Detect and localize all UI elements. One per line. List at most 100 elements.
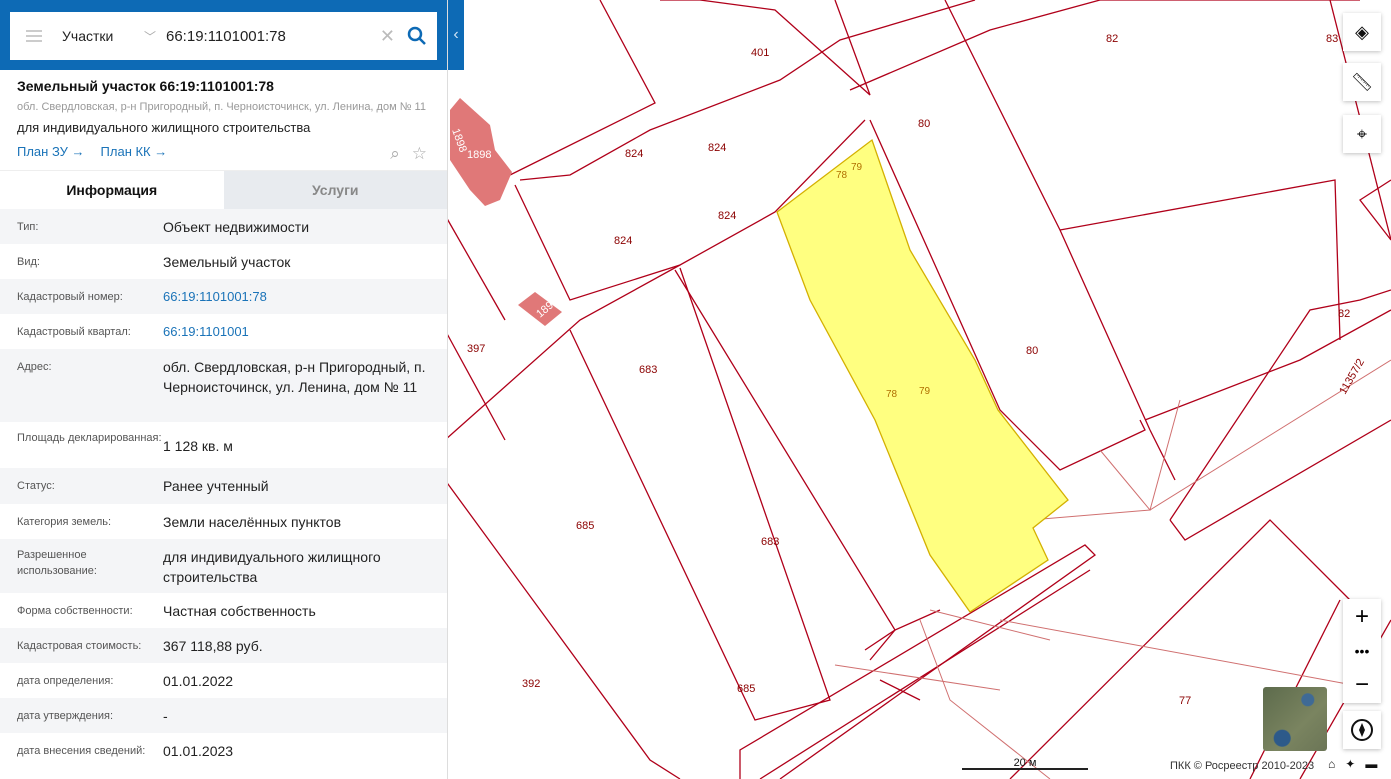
row-label: Кадастровый квартал: — [17, 326, 131, 338]
row-value: Ранее учтенный — [163, 478, 269, 494]
map-label: 401 — [751, 47, 769, 59]
search-type-select[interactable]: Участки — [62, 28, 144, 44]
map-label: 397 — [467, 343, 485, 355]
table-row: Категория земель: Земли населённых пункто… — [0, 504, 447, 539]
row-label: Площадь декларированная: — [17, 432, 162, 444]
row-label: Форма собственности: — [17, 605, 133, 617]
table-row: дата утверждения: - — [0, 698, 447, 733]
scale-bar: 20 м — [962, 757, 1088, 770]
map-label: 82 — [1106, 33, 1118, 45]
table-row: Статус: Ранее учтенный — [0, 468, 447, 504]
ruler-button[interactable]: 📏︎ — [1343, 63, 1381, 101]
map-label: 80 — [1026, 345, 1038, 357]
zoom-to-object-icon[interactable]: ⌕ — [390, 144, 400, 164]
tab-info[interactable]: Информация — [0, 171, 224, 209]
row-value: Частная собственность — [163, 603, 316, 619]
map-label: 683 — [761, 536, 779, 548]
table-row: Разрешенное использование: для индивидуал… — [0, 539, 447, 593]
row-value: 01.01.2022 — [163, 673, 234, 689]
map-label: 11357/2 — [1337, 357, 1367, 397]
object-title: Земельный участок 66:19:1101001:78 — [17, 78, 274, 94]
row-value: 367 118,88 руб. — [163, 638, 263, 654]
row-value: 01.01.2023 — [163, 743, 234, 759]
satellite-basemap-toggle[interactable] — [1263, 687, 1327, 751]
tab-services[interactable]: Услуги — [223, 171, 447, 209]
info-table: Тип: Объект недвижимости Вид: Земельный уч… — [0, 209, 447, 779]
table-row: Площадь декларированная: 1 128 кв. м — [0, 422, 447, 468]
table-row: Форма собственности: Частная собственност… — [0, 593, 447, 628]
collapse-panel-button[interactable]: ‹ — [448, 0, 464, 70]
compass-button[interactable] — [1343, 711, 1381, 749]
row-label: Кадастровый номер: — [17, 291, 123, 303]
crosshair-icon: ⌖ — [1356, 123, 1368, 144]
cadastral-quarter-link[interactable]: 66:19:1101001 — [163, 322, 430, 342]
chevron-down-icon[interactable]: ﹀ — [144, 28, 166, 45]
crosshair-icon[interactable]: ✦ — [1345, 757, 1355, 771]
map-label: 79 — [851, 162, 863, 173]
zoom-in-button[interactable]: + — [1355, 603, 1369, 631]
map-label: 824 — [708, 142, 726, 154]
search-input[interactable]: 66:19:1101001:78 — [166, 28, 380, 45]
map-label: 683 — [639, 364, 657, 376]
clear-icon[interactable]: ✕ — [380, 26, 395, 47]
ruler-icon: 📏︎ — [1350, 71, 1374, 92]
menu-icon[interactable] — [26, 30, 42, 42]
row-label: Разрешенное использование: — [17, 549, 97, 577]
map-label: 80 — [918, 118, 930, 130]
row-value: Земельный участок — [163, 254, 291, 270]
map-label: 824 — [718, 210, 736, 222]
compass-icon — [1351, 719, 1373, 741]
table-row: Кадастровая стоимость: 367 118,88 руб. — [0, 628, 447, 663]
locate-button[interactable]: ⌖ — [1343, 115, 1381, 153]
home-icon[interactable]: ⌂ — [1328, 757, 1335, 771]
map-label: 77 — [1179, 695, 1191, 707]
row-value: Земли населённых пунктов — [163, 514, 342, 530]
map-label: 824 — [625, 148, 643, 160]
row-label: Статус: — [17, 480, 55, 492]
info-panel: Участки ﹀ 66:19:1101001:78 ✕ Земельный у… — [0, 0, 448, 779]
plan-kk-link[interactable]: План КК → — [101, 144, 168, 159]
row-label: Адрес: — [17, 361, 52, 373]
row-value: для индивидуального жилищного строительс… — [163, 549, 381, 585]
search-bar: Участки ﹀ 66:19:1101001:78 ✕ — [0, 0, 447, 70]
row-label: дата внесения сведений: — [17, 745, 146, 757]
layers-button[interactable]: ◈ — [1343, 13, 1381, 51]
row-value: обл. Свердловская, р-н Пригородный, п. Ч… — [163, 359, 426, 395]
table-row: Кадастровый номер: 66:19:1101001:78 — [0, 279, 447, 314]
object-address: обл. Свердловская, р-н Пригородный, п. Ч… — [17, 101, 426, 113]
search-icon[interactable] — [407, 26, 427, 46]
zoom-out-button[interactable]: − — [1355, 671, 1369, 699]
map-label: 824 — [614, 235, 632, 247]
row-label: дата определения: — [17, 675, 114, 687]
row-label: дата утверждения: — [17, 710, 114, 722]
row-value: Объект недвижимости — [163, 219, 310, 235]
copyright: ПКК © Росреестр 2010-2023 — [1170, 760, 1315, 772]
row-label: Вид: — [17, 256, 40, 268]
fullscreen-icon[interactable]: ▬ — [1365, 757, 1377, 771]
row-label: Категория земель: — [17, 516, 112, 528]
row-value: 1 128 кв. м — [163, 438, 233, 454]
table-row: Кадастровый квартал: 66:19:1101001 — [0, 314, 447, 349]
map-label: 83 — [1326, 33, 1338, 45]
map-label: 392 — [522, 678, 540, 690]
zoom-controls: + ••• − — [1343, 599, 1381, 703]
object-use: для индивидуального жилищного строительс… — [17, 120, 311, 135]
star-icon[interactable]: ☆ — [412, 144, 427, 164]
more-icon[interactable]: ••• — [1355, 643, 1370, 659]
map-label: 78 — [886, 389, 898, 400]
map-label: 685 — [576, 520, 594, 532]
row-label: Тип: — [17, 221, 39, 233]
row-value: - — [163, 708, 168, 724]
map-label: 685 — [737, 683, 755, 695]
plan-zu-link[interactable]: План ЗУ → — [17, 144, 85, 159]
layers-icon: ◈ — [1355, 21, 1369, 42]
table-row: Адрес: обл. Свердловская, р-н Пригородный… — [0, 349, 447, 422]
table-row: Тип: Объект недвижимости — [0, 209, 447, 244]
map-label: 1898 — [467, 149, 491, 161]
row-label: Кадастровая стоимость: — [17, 640, 142, 652]
table-row: дата определения: 01.01.2022 — [0, 663, 447, 698]
table-row: дата внесения сведений: 01.01.2023 — [0, 733, 447, 768]
map-label: 82 — [1338, 308, 1350, 320]
cadastral-number-link[interactable]: 66:19:1101001:78 — [163, 287, 430, 307]
map-label: 78 — [836, 170, 848, 181]
